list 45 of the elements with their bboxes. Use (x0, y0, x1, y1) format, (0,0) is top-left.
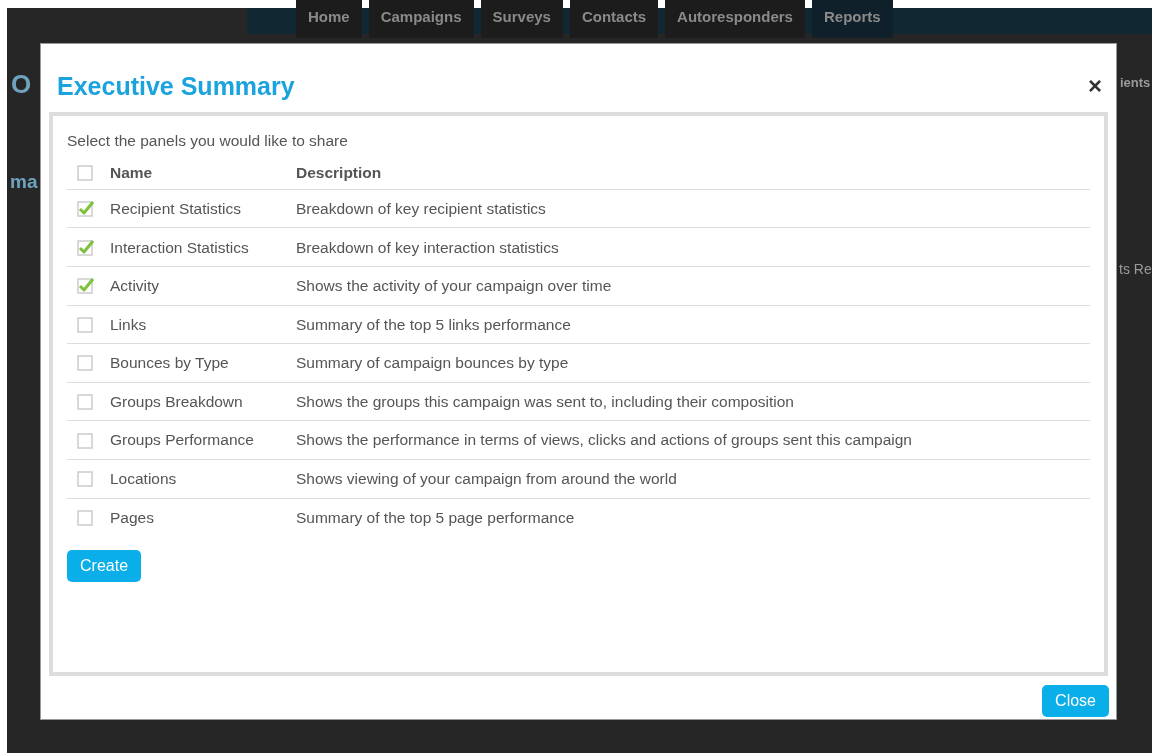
panel-name: Groups Performance (110, 431, 254, 449)
checkbox[interactable] (77, 200, 94, 218)
nav-tab[interactable]: Campaigns (368, 0, 474, 38)
instruction-text: Select the panels you would like to share (67, 131, 349, 151)
panel-name: Links (110, 315, 147, 333)
panel-name: Pages (110, 508, 154, 526)
panel-description: Shows the performance in terms of views, clicks and actions of groups sent this campaign (296, 431, 912, 449)
panel-description: Shows the activity of your campaign over time (296, 277, 612, 295)
panel-description: Shows viewing of your campaign from around the world (296, 470, 677, 488)
heading-fragment: ma (10, 172, 38, 193)
checkbox[interactable] (77, 393, 94, 410)
panel-name: Bounces by Type (110, 354, 229, 372)
checkbox[interactable] (77, 164, 94, 181)
panel-name: Locations (110, 470, 177, 488)
checkbox[interactable] (77, 238, 94, 256)
nav-tab[interactable]: Surveys (480, 0, 563, 38)
panel-name: Interaction Statistics (110, 238, 249, 256)
panel-description: Summary of campaign bounces by type (296, 354, 569, 372)
close-button[interactable]: Close (1042, 685, 1109, 717)
nav-tab[interactable]: Autoresponders (665, 0, 805, 38)
panel-name: Recipient Statistics (110, 199, 241, 217)
panel-description: Shows the groups this campaign was sent to, including their composition (296, 392, 794, 410)
create-button[interactable]: Create (67, 549, 142, 582)
panel-description: Breakdown of key recipient statistics (296, 199, 546, 217)
close-button[interactable]: × (1088, 73, 1102, 98)
checkbox[interactable] (77, 470, 94, 488)
nav-tab[interactable]: Contacts (569, 0, 659, 38)
panel-description: Breakdown of key interaction statistics (296, 238, 559, 256)
checkbox[interactable] (77, 315, 94, 333)
panel-description: Summary of the top 5 page performance (296, 508, 575, 526)
checkbox[interactable] (77, 509, 94, 527)
text-fragment: ts Re (1119, 262, 1152, 278)
nav-tab[interactable]: Reports (811, 0, 893, 38)
column-header: Description (296, 163, 382, 181)
column-header: Name (110, 163, 153, 181)
checkbox[interactable] (77, 431, 94, 449)
panel-name: Groups Breakdown (110, 392, 243, 410)
dialog-title: Executive Summary (57, 70, 295, 101)
text-fragment: ients (1120, 76, 1151, 91)
nav-tab[interactable]: Home (296, 0, 362, 38)
checkbox[interactable] (77, 277, 94, 295)
panel-description: Summary of the top 5 links performance (296, 315, 571, 333)
panel-name: Activity (110, 277, 160, 295)
checkbox[interactable] (77, 354, 94, 372)
heading-fragment: O (11, 70, 32, 99)
